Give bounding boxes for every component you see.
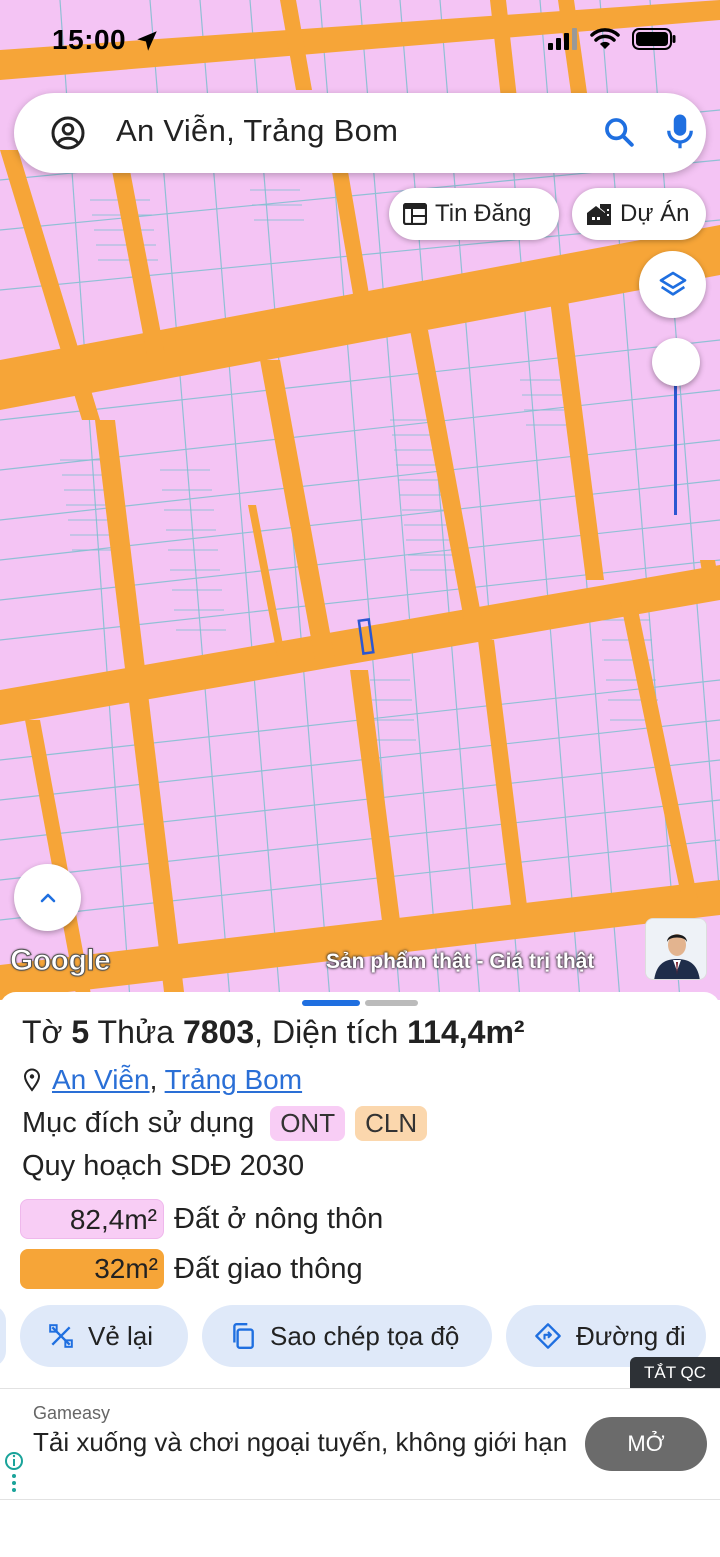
area-row-residential: 82,4m² Đất ở nông thôn <box>20 1199 383 1239</box>
directions-label: Đường đi <box>576 1320 686 1351</box>
parcel-title: Tờ 5 Thửa 7803, Diện tích 114,4m² <box>22 1014 525 1051</box>
copy-coords-label: Sao chép tọa độ <box>270 1320 460 1351</box>
signal-icon <box>548 28 577 50</box>
promo-text: Sản phẩm thật - Giá trị thật <box>326 950 595 973</box>
area-label-residential: Đất ở nông thôn <box>174 1202 384 1235</box>
ad-info-icon[interactable] <box>4 1451 24 1493</box>
dien-tich-label: Diện tích <box>271 1014 399 1050</box>
parcel-info-sheet: Tờ 5 Thửa 7803, Diện tích 114,4m² An Viễ… <box>0 992 720 1392</box>
layers-icon <box>659 271 686 296</box>
ad-sponsor: Gameasy <box>33 1403 111 1423</box>
parcel-location: An Viễn, Trảng Bom <box>22 1064 302 1096</box>
listing-icon <box>403 203 427 225</box>
status-bar: 15:00 <box>0 0 720 80</box>
copy-icon <box>233 1322 254 1350</box>
location-pin-icon <box>23 1068 41 1092</box>
to-value: 5 <box>71 1014 90 1050</box>
redraw-label: Vẻ lại <box>88 1320 154 1351</box>
ad-open-button[interactable]: MỞ <box>585 1417 707 1471</box>
to-label: Tờ <box>22 1014 63 1050</box>
thua-label: Thửa <box>97 1014 175 1050</box>
copy-coords-button[interactable]: Sao chép tọa độ <box>202 1305 492 1367</box>
mic-icon[interactable] <box>665 112 695 152</box>
account-icon[interactable] <box>50 115 86 151</box>
sheet-handle-active[interactable] <box>302 1000 360 1006</box>
redraw-button[interactable]: Vẻ lại <box>20 1305 188 1367</box>
area-value-residential: 82,4m² <box>20 1199 164 1239</box>
purpose-label: Mục đích sử dụng <box>22 1107 255 1139</box>
previous-action-button[interactable] <box>0 1305 6 1367</box>
google-watermark: Google <box>9 944 111 978</box>
du-an-label: Dự Án <box>620 200 690 227</box>
purpose-tag-cln: CLN <box>355 1106 428 1141</box>
chevron-up-icon <box>40 893 55 902</box>
plan-label: Quy hoạch SDĐ 2030 <box>22 1150 305 1182</box>
action-row: Vẻ lại Sao chép tọa độ Đường đi <box>0 1305 720 1367</box>
area-value-traffic: 32m² <box>20 1249 164 1289</box>
dien-tich-value: 114,4m² <box>407 1014 525 1050</box>
zoom-slider-track[interactable] <box>674 370 677 515</box>
expand-button[interactable] <box>14 864 81 931</box>
purpose-tag-ont: ONT <box>270 1106 346 1141</box>
status-time: 15:00 <box>52 24 127 55</box>
tin-dang-chip[interactable]: Tin Đăng <box>389 188 559 240</box>
person-photo <box>646 919 706 979</box>
close-ad-button[interactable]: TẮT QC <box>630 1357 720 1388</box>
status-indicators <box>548 28 676 50</box>
search-input[interactable]: An Viễn, Trảng Bom <box>116 113 398 149</box>
redraw-icon <box>49 1324 73 1348</box>
area-label-traffic: Đất giao thông <box>174 1252 363 1285</box>
area-row-traffic: 32m² Đất giao thông <box>20 1249 363 1289</box>
sheet-handle-inactive[interactable] <box>365 1000 418 1006</box>
building-icon <box>587 204 611 225</box>
zoom-slider-handle[interactable] <box>652 338 700 386</box>
promo-avatar[interactable] <box>645 918 707 980</box>
thua-value: 7803 <box>182 1014 255 1050</box>
search-bar[interactable]: An Viễn, Trảng Bom <box>14 93 706 173</box>
commune-link[interactable]: An Viễn <box>52 1064 150 1095</box>
tin-dang-label: Tin Đăng <box>435 200 532 227</box>
battery-icon <box>632 28 676 50</box>
comma-sep: , <box>254 1014 264 1050</box>
land-use-row: Mục đích sử dụng ONT CLN <box>22 1106 428 1141</box>
search-icon[interactable] <box>602 115 636 149</box>
ad-text: Tải xuống và chơi ngoại tuyến, không giớ… <box>33 1427 568 1457</box>
location-arrow-icon <box>137 31 157 51</box>
directions-icon <box>535 1323 561 1349</box>
district-link[interactable]: Trảng Bom <box>165 1064 302 1095</box>
du-an-chip[interactable]: Dự Án <box>572 188 706 240</box>
ad-banner[interactable]: Gameasy Tải xuống và chơi ngoại tuyến, k… <box>0 1388 720 1500</box>
wifi-icon <box>590 28 620 49</box>
layers-button[interactable] <box>639 251 706 318</box>
